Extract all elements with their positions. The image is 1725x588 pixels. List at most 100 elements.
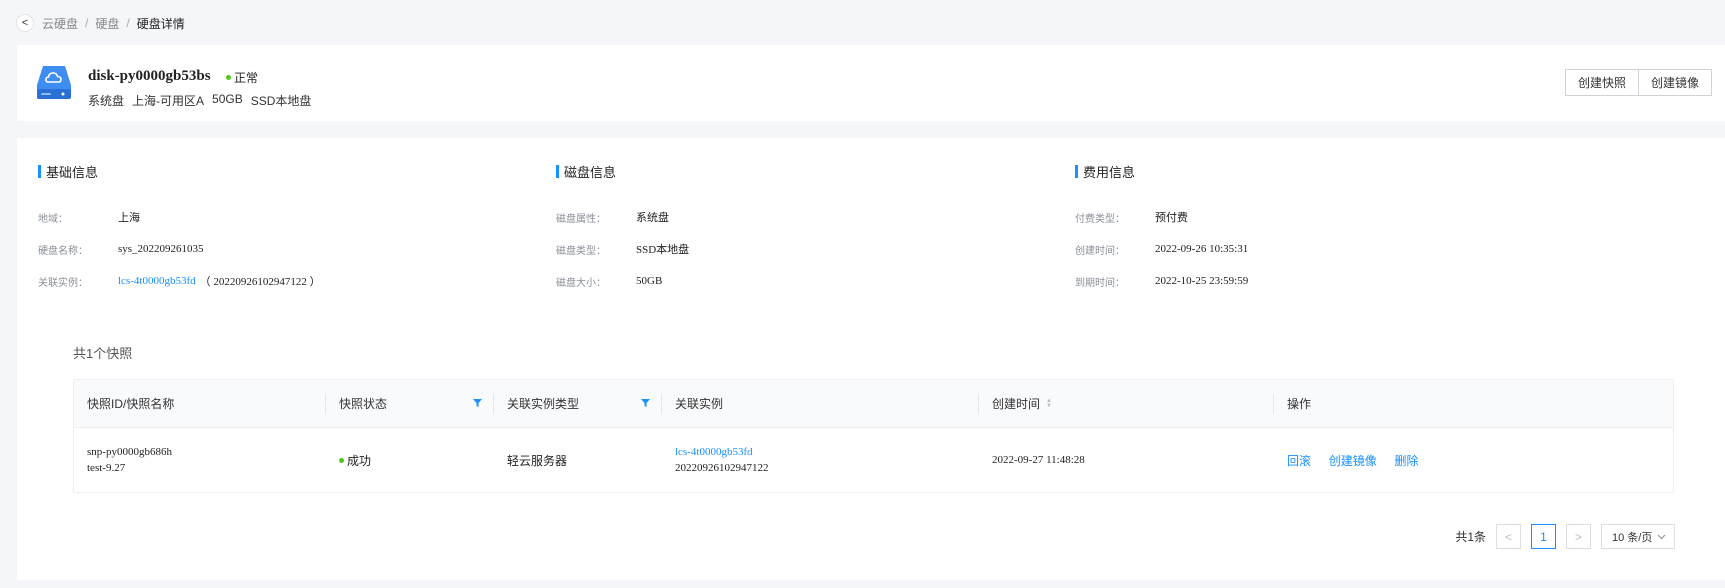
instance-id: （ 20220926102947122 ）	[199, 276, 321, 288]
status-dot-icon	[226, 75, 231, 80]
prev-page-button[interactable]: <	[1496, 524, 1521, 549]
kv-label: 地域：	[38, 213, 68, 225]
col-label: 关联实例	[675, 397, 724, 411]
cell-snapshot-id: snp-py0000gb686h test-9.27	[74, 444, 326, 476]
page-1-button[interactable]: 1	[1531, 524, 1556, 549]
pagination: 共1条 < 1 > 10 条/页	[1455, 524, 1675, 549]
cost-info-title-text: 费用信息	[1083, 165, 1136, 180]
kv-value: 50GB	[636, 275, 663, 287]
cloud-disk-icon	[37, 66, 71, 99]
breadcrumb-current: 硬盘详情	[136, 16, 185, 31]
page-size-value: 10 条/页	[1612, 531, 1653, 544]
breadcrumb-separator: /	[85, 16, 89, 30]
kv-label: 磁盘类型：	[556, 245, 606, 257]
kv-label: 付费类型：	[1075, 213, 1125, 225]
cost-info-section: 费用信息 付费类型： 预付费 创建时间： 2022-09-26 10:35:31…	[1075, 162, 1248, 297]
filter-icon[interactable]	[473, 399, 482, 407]
kv-disk-attr: 磁盘属性： 系统盘	[556, 201, 689, 233]
kv-value: SSD本地盘	[636, 244, 690, 256]
chevron-down-icon	[1657, 534, 1666, 539]
cell-instance-type: 轻云服务器	[507, 453, 568, 468]
status-text: 正常	[234, 71, 259, 85]
kv-label: 磁盘属性：	[556, 213, 606, 225]
kv-region: 地域： 上海	[38, 201, 321, 233]
snapshot-count: 共1个快照	[73, 346, 133, 361]
breadcrumb-item-disk[interactable]: 硬盘	[95, 15, 119, 32]
section-marker	[556, 165, 559, 178]
disk-info-title-text: 磁盘信息	[564, 165, 617, 180]
kv-label: 关联实例：	[38, 277, 88, 289]
section-marker	[38, 165, 41, 178]
back-button[interactable]: <	[16, 14, 34, 32]
snapshot-table: 快照ID/快照名称 快照状态 关联实例类型 关联实例 创建时间 ▲ ▼ 操作 sn…	[73, 379, 1674, 493]
kv-value: 上海	[118, 212, 140, 224]
col-snapshot-id: 快照ID/快照名称	[74, 380, 326, 427]
kv-expires: 到期时间： 2022-10-25 23:59:59	[1075, 265, 1248, 297]
disk-meta-size: 50GB	[212, 92, 243, 106]
cell-actions: 回滚 创建镜像 删除	[1274, 452, 1673, 469]
create-image-button[interactable]: 创建镜像	[1637, 69, 1712, 96]
col-label: 快照ID/快照名称	[87, 397, 175, 411]
col-created-time[interactable]: 创建时间 ▲ ▼	[979, 380, 1274, 427]
cell-status: 成功	[326, 452, 494, 469]
cell-instance: lcs-4t0000gb53fd 20220926102947122	[662, 444, 979, 476]
kv-value: 系统盘	[636, 212, 669, 224]
table-header: 快照ID/快照名称 快照状态 关联实例类型 关联实例 创建时间 ▲ ▼ 操作	[74, 380, 1673, 428]
cell-created-time: 2022-09-27 11:48:28	[992, 454, 1085, 466]
kv-instance: 关联实例： lcs-4t0000gb53fd （ 202209261029471…	[38, 265, 321, 297]
kv-billing-type: 付费类型： 预付费	[1075, 201, 1248, 233]
filter-icon[interactable]	[641, 399, 650, 407]
col-label: 创建时间	[992, 397, 1041, 411]
col-label: 关联实例类型	[507, 397, 580, 411]
cost-info-title: 费用信息	[1075, 162, 1248, 181]
kv-label: 磁盘大小：	[556, 277, 606, 289]
status-dot-icon	[339, 457, 344, 463]
sort-icon[interactable]: ▲ ▼	[1046, 398, 1052, 409]
kv-label: 硬盘名称：	[38, 245, 88, 257]
page-size-select[interactable]: 10 条/页	[1601, 524, 1675, 549]
kv-value: 预付费	[1155, 212, 1188, 224]
next-page-button[interactable]: >	[1566, 524, 1591, 549]
basic-info-title: 基础信息	[38, 162, 321, 181]
kv-value: 2022-09-26 10:35:31	[1155, 243, 1249, 255]
basic-info-title-text: 基础信息	[46, 165, 99, 180]
breadcrumb: < 云硬盘 / 硬盘 / 硬盘详情	[16, 14, 185, 32]
kv-created: 创建时间： 2022-09-26 10:35:31	[1075, 233, 1248, 265]
breadcrumb-item-cloud-disk[interactable]: 云硬盘	[42, 15, 78, 32]
snapshot-status: 成功	[347, 453, 372, 468]
col-status: 快照状态	[326, 380, 494, 427]
col-instance-type: 关联实例类型	[494, 380, 662, 427]
pagination-total: 共1条	[1455, 530, 1486, 544]
disk-meta-zone: 上海-可用区A	[132, 94, 205, 108]
col-label: 操作	[1287, 397, 1312, 411]
col-instance: 关联实例	[662, 380, 979, 427]
kv-value: sys_202209261035	[118, 243, 204, 255]
col-actions: 操作	[1274, 380, 1673, 427]
delete-button[interactable]: 删除	[1395, 454, 1419, 468]
detail-card: 基础信息 地域： 上海 硬盘名称： sys_202209261035 关联实例：…	[17, 138, 1725, 580]
snapshot-id: snp-py0000gb686h	[87, 446, 172, 458]
section-marker	[1075, 165, 1078, 178]
status-badge: 正常	[226, 69, 258, 86]
disk-name: disk-py0000gb53bs	[88, 68, 211, 84]
disk-meta-attr: 系统盘	[88, 94, 125, 108]
instance-link[interactable]: lcs-4t0000gb53fd	[118, 275, 196, 287]
create-image-link[interactable]: 创建镜像	[1329, 454, 1377, 468]
snapshot-name: test-9.27	[87, 462, 126, 474]
disk-info-section: 磁盘信息 磁盘属性： 系统盘 磁盘类型： SSD本地盘 磁盘大小： 50GB	[556, 162, 689, 297]
kv-disk-size: 磁盘大小： 50GB	[556, 265, 689, 297]
kv-value: 2022-10-25 23:59:59	[1155, 275, 1249, 287]
basic-info-section: 基础信息 地域： 上海 硬盘名称： sys_202209261035 关联实例：…	[38, 162, 321, 297]
disk-meta-type: SSD本地盘	[250, 94, 312, 108]
instance-link[interactable]: lcs-4t0000gb53fd	[675, 444, 979, 460]
create-snapshot-button[interactable]: 创建快照	[1564, 69, 1639, 96]
col-label: 快照状态	[339, 397, 388, 411]
kv-label: 到期时间：	[1075, 277, 1125, 289]
disk-info-title: 磁盘信息	[556, 162, 689, 181]
instance-id: 20220926102947122	[675, 462, 769, 474]
disk-meta: 系统盘 上海-可用区A 50GB SSD本地盘	[88, 92, 311, 109]
rollback-button[interactable]: 回滚	[1287, 454, 1311, 468]
disk-header-card: disk-py0000gb53bs 正常 系统盘 上海-可用区A 50GB SS…	[17, 45, 1725, 121]
breadcrumb-separator: /	[126, 16, 130, 30]
header-actions: 创建快照 创建镜像	[1564, 69, 1712, 96]
